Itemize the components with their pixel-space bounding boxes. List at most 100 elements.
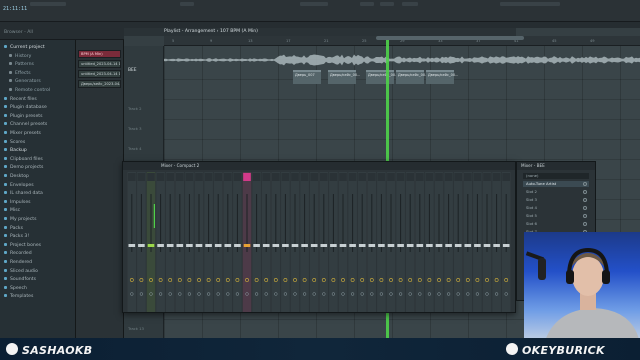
pattern-item[interactable]: untitled_2023-04-14 17.. xyxy=(78,60,121,68)
mixer-strip[interactable] xyxy=(425,172,434,312)
mixer-strip[interactable] xyxy=(473,172,482,312)
mixer-strip[interactable] xyxy=(300,172,309,312)
slot-toggle-icon[interactable] xyxy=(583,182,587,186)
mixer-strip[interactable] xyxy=(165,172,175,312)
browser-item[interactable]: Remote control xyxy=(9,87,50,94)
browser-item[interactable]: Plugin database xyxy=(4,104,47,111)
mixer-strip[interactable] xyxy=(213,172,223,312)
browser-item[interactable]: My projects xyxy=(4,216,36,223)
mixer-strip[interactable] xyxy=(482,172,492,312)
mixer-strip[interactable] xyxy=(463,172,473,312)
browser-item[interactable]: IL shared data xyxy=(4,190,43,197)
browser-item[interactable]: Demo projects xyxy=(4,164,43,171)
track-label[interactable]: Track 4 xyxy=(128,146,142,151)
browser-item[interactable]: Sliced audio xyxy=(4,268,38,275)
browser-item[interactable]: Soundfonts xyxy=(4,276,36,283)
mixer-strip[interactable] xyxy=(386,172,396,312)
mixer-strip[interactable] xyxy=(405,172,415,312)
mixer-strip[interactable] xyxy=(175,172,185,312)
browser-header[interactable]: Browser - All xyxy=(4,29,33,36)
mixer-strip[interactable] xyxy=(194,172,204,312)
audio-clip[interactable]: Дверь_007 xyxy=(293,70,321,84)
mixer-strip[interactable] xyxy=(329,172,338,312)
menu-item[interactable] xyxy=(180,2,194,6)
mixer-strip[interactable] xyxy=(261,172,271,312)
mixer-strip[interactable] xyxy=(233,172,242,312)
track-label[interactable]: Track 2 xyxy=(128,106,142,111)
mixer-strip[interactable] xyxy=(137,172,146,312)
mixer-strip[interactable] xyxy=(453,172,463,312)
mixer-strip[interactable] xyxy=(252,172,261,312)
mixer-strip[interactable] xyxy=(377,172,386,312)
mixer-titlebar[interactable]: Mixer - Compact 2 xyxy=(123,162,515,170)
browser-item[interactable]: Scores xyxy=(4,139,25,146)
mixer-strip[interactable] xyxy=(444,172,453,312)
browser-item[interactable]: Rendered xyxy=(4,259,32,266)
browser-item[interactable]: Packs 3! xyxy=(4,233,29,240)
audio-clip[interactable]: Дверь/кейс_00... xyxy=(366,70,398,84)
mixer-strip[interactable] xyxy=(357,172,367,312)
track-label[interactable]: Track 3 xyxy=(128,126,142,131)
insert-slot[interactable]: Slot 6 xyxy=(523,221,589,227)
horizontal-scrollbar[interactable] xyxy=(376,36,524,40)
browser-item[interactable]: History xyxy=(9,53,31,60)
browser-item[interactable]: Speech xyxy=(4,285,27,292)
insert-slot[interactable]: Slot 5 xyxy=(523,213,589,219)
mixer-strip[interactable] xyxy=(146,172,156,312)
mixer-strip[interactable] xyxy=(338,172,348,312)
browser-item[interactable]: Mixer presets xyxy=(4,130,41,137)
browser-item[interactable]: Envelopes xyxy=(4,182,34,189)
insert-slot[interactable]: Slot 4 xyxy=(523,205,589,211)
browser-item[interactable]: Misc xyxy=(4,207,20,214)
mixer-strip[interactable] xyxy=(348,172,357,312)
slot-toggle-icon[interactable] xyxy=(583,198,587,202)
browser-item[interactable]: Plugin presets xyxy=(4,113,42,120)
mixer-strip[interactable] xyxy=(309,172,319,312)
browser-item[interactable]: Recent files xyxy=(4,96,37,103)
track-label[interactable]: Track 13 xyxy=(128,326,144,331)
browser-item[interactable]: Clipboard files xyxy=(4,156,43,163)
mixer-strip[interactable] xyxy=(281,172,290,312)
mixer-strip[interactable] xyxy=(185,172,194,312)
audio-clip[interactable]: Дверь/кейс_00... xyxy=(328,70,360,84)
mixer-strip[interactable] xyxy=(127,172,137,312)
mixer-strip[interactable] xyxy=(501,172,511,312)
browser-item[interactable]: Patterns xyxy=(9,61,34,68)
insert-slot[interactable]: Slot 3 xyxy=(523,197,589,203)
insert-slot[interactable]: Slot 2 xyxy=(523,189,589,195)
mixer-strip[interactable] xyxy=(223,172,233,312)
pattern-selector[interactable] xyxy=(300,2,328,6)
tempo-display[interactable] xyxy=(360,2,374,6)
insert-titlebar[interactable]: Mixer - BEE xyxy=(517,162,595,170)
insert-slot[interactable]: Auto-Tune Artist xyxy=(523,181,589,187)
pattern-item[interactable]: untitled_2023-04-14 18.. xyxy=(78,70,121,78)
mixer-strip[interactable] xyxy=(156,172,165,312)
preset-selector[interactable]: (none) xyxy=(523,173,589,179)
slot-toggle-icon[interactable] xyxy=(583,222,587,226)
browser-item[interactable]: Desktop xyxy=(4,173,29,180)
browser-item[interactable]: Generators xyxy=(9,78,41,85)
pattern-item[interactable]: BPM (A Min) xyxy=(78,50,121,58)
browser-item[interactable]: Recorded xyxy=(4,250,32,257)
browser-item[interactable]: Templates xyxy=(4,293,33,300)
playlist-titlebar[interactable]: Playlist - Arrangement › 107 BPM (A Min) xyxy=(124,28,516,36)
audio-clip[interactable]: Дверь/кейс_00... xyxy=(396,70,428,84)
mixer-strip[interactable] xyxy=(492,172,501,312)
browser-item[interactable]: Backup xyxy=(4,147,27,154)
mixer-strip[interactable] xyxy=(271,172,281,312)
mixer-strip[interactable] xyxy=(434,172,444,312)
slot-toggle-icon[interactable] xyxy=(583,206,587,210)
track-label-bee[interactable]: BEE xyxy=(128,68,137,73)
browser-item[interactable]: Impulses xyxy=(4,199,31,206)
audio-clip[interactable]: Дверь/кейс_00... xyxy=(426,70,458,84)
mixer-strip[interactable] xyxy=(396,172,405,312)
slot-toggle-icon[interactable] xyxy=(583,214,587,218)
browser-item[interactable]: Current project xyxy=(4,44,45,51)
mixer-strip[interactable] xyxy=(367,172,377,312)
mixer-strip[interactable] xyxy=(204,172,213,312)
browser-item[interactable]: Effects xyxy=(9,70,31,77)
mixer-strip[interactable] xyxy=(415,172,425,312)
slot-toggle-icon[interactable] xyxy=(583,190,587,194)
browser-item[interactable]: Packs xyxy=(4,225,23,232)
pattern-item[interactable]: Дверь/кейс_2023-04.. xyxy=(78,80,121,88)
